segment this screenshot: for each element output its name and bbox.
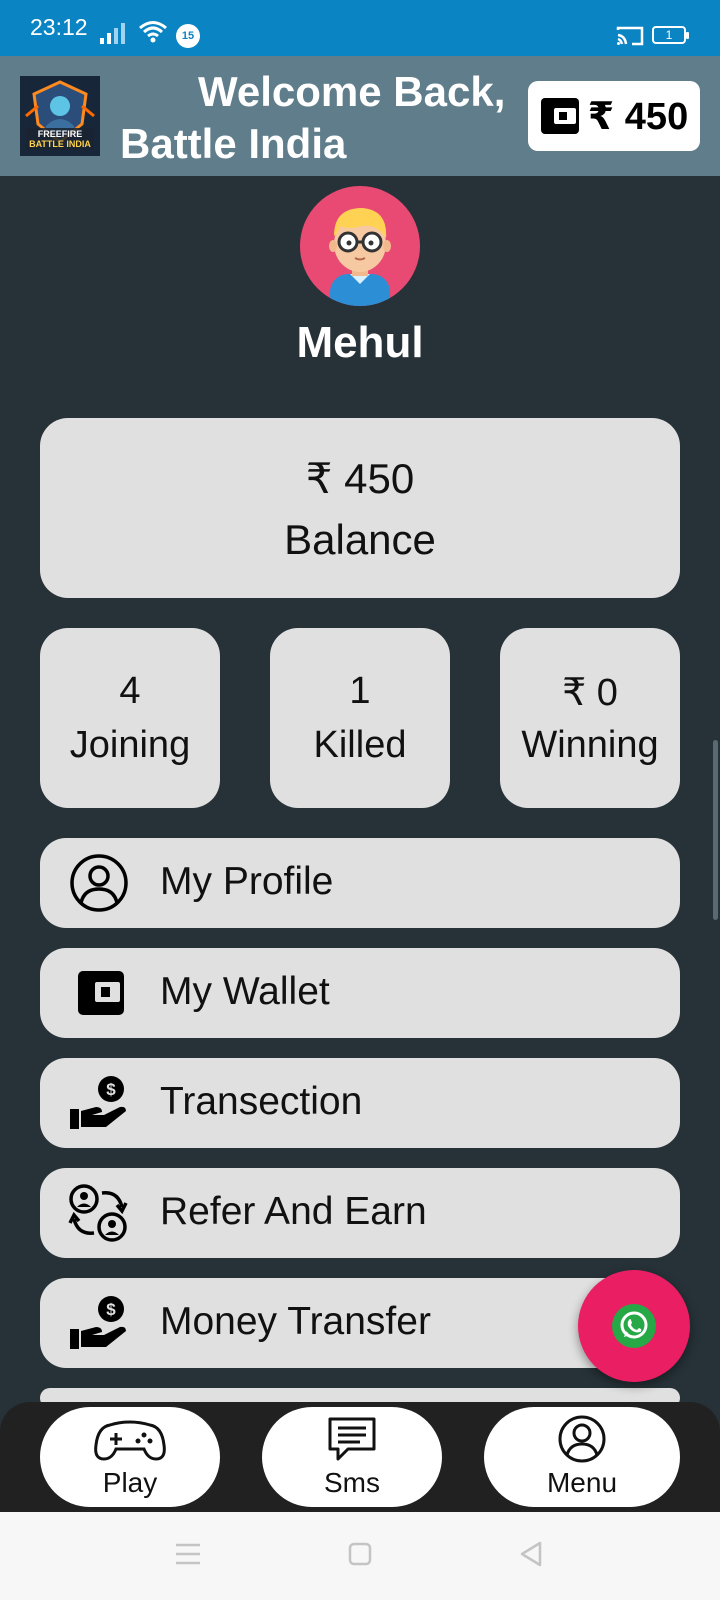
- stat-value: ₹ 0: [562, 672, 618, 714]
- nav-sms-button[interactable]: Sms: [262, 1407, 442, 1507]
- user-name: Mehul: [296, 318, 424, 367]
- hand-dollar-icon: $: [70, 1076, 126, 1129]
- status-bar: 23:12 15 1: [0, 0, 720, 56]
- welcome-title: Welcome Back,: [198, 68, 506, 115]
- wallet-balance-button[interactable]: ₹ 450: [528, 81, 700, 151]
- nav-label: Sms: [324, 1467, 380, 1498]
- wifi-icon: [139, 21, 167, 43]
- bottom-nav: Play Sms Menu: [0, 1402, 720, 1512]
- stat-winning[interactable]: ₹ 0 Winning: [500, 628, 680, 808]
- menu-item-my-wallet[interactable]: My Wallet: [40, 948, 680, 1038]
- menu-label: My Profile: [160, 860, 334, 903]
- nav-menu-button[interactable]: Menu: [484, 1407, 680, 1507]
- stat-joining[interactable]: 4 Joining: [40, 628, 220, 808]
- wallet-amount: ₹ 450: [587, 95, 689, 138]
- recents-menu-icon[interactable]: [174, 1542, 202, 1566]
- svg-text:$: $: [106, 1300, 116, 1319]
- signal-icon: [100, 23, 125, 44]
- avatar-illustration-icon: [329, 208, 391, 306]
- svg-text:$: $: [106, 1080, 116, 1099]
- stat-label: Winning: [521, 724, 659, 766]
- gamepad-icon: [94, 1420, 166, 1461]
- nav-play-button[interactable]: Play: [40, 1407, 220, 1507]
- hand-dollar-icon: $: [70, 1296, 126, 1349]
- menu-item-refer-and-earn[interactable]: Refer And Earn: [40, 1168, 680, 1258]
- welcome-subtitle: Battle India: [120, 120, 347, 167]
- balance-card[interactable]: ₹ 450 Balance: [40, 418, 680, 598]
- system-nav-bar: [0, 1512, 720, 1600]
- stat-label: Killed: [313, 724, 407, 766]
- menu-label: Transection: [160, 1080, 363, 1123]
- balance-label: Balance: [284, 516, 436, 563]
- menu-label: Money Transfer: [160, 1300, 431, 1343]
- stat-value: 1: [349, 670, 371, 712]
- app-logo: FREEFIRE BATTLE INDIA: [20, 76, 100, 156]
- logo-text-2: BATTLE INDIA: [29, 139, 91, 149]
- menu-item-my-profile[interactable]: My Profile: [40, 838, 680, 928]
- user-circle-icon: [558, 1415, 606, 1463]
- stat-killed[interactable]: 1 Killed: [270, 628, 450, 808]
- menu-label: Refer And Earn: [160, 1190, 427, 1233]
- refer-users-icon: [68, 1184, 128, 1242]
- app-header: FREEFIRE BATTLE INDIA Welcome Back, Batt…: [0, 56, 720, 176]
- stat-label: Joining: [69, 724, 191, 766]
- back-icon[interactable]: [518, 1540, 544, 1568]
- avatar[interactable]: [300, 186, 420, 306]
- nav-label: Play: [102, 1467, 158, 1498]
- nav-label: Menu: [546, 1467, 618, 1498]
- cast-icon: [616, 26, 644, 46]
- chat-icon: [328, 1417, 376, 1461]
- scrollbar[interactable]: [713, 740, 718, 920]
- menu-label: My Wallet: [160, 970, 330, 1013]
- wallet-icon: [78, 971, 124, 1015]
- menu-item-transection[interactable]: $ Transection: [40, 1058, 680, 1148]
- battery-icon: 1: [652, 26, 689, 44]
- whatsapp-button[interactable]: [578, 1270, 690, 1382]
- stat-value: 4: [119, 670, 141, 712]
- status-time: 23:12: [30, 14, 88, 40]
- balance-amount: ₹ 450: [305, 455, 415, 502]
- notification-badge: 15: [176, 24, 200, 48]
- user-circle-icon: [70, 854, 128, 912]
- wallet-icon: [540, 98, 579, 134]
- logo-text-1: FREEFIRE: [37, 129, 83, 139]
- home-icon[interactable]: [348, 1542, 372, 1566]
- whatsapp-icon: [612, 1304, 656, 1348]
